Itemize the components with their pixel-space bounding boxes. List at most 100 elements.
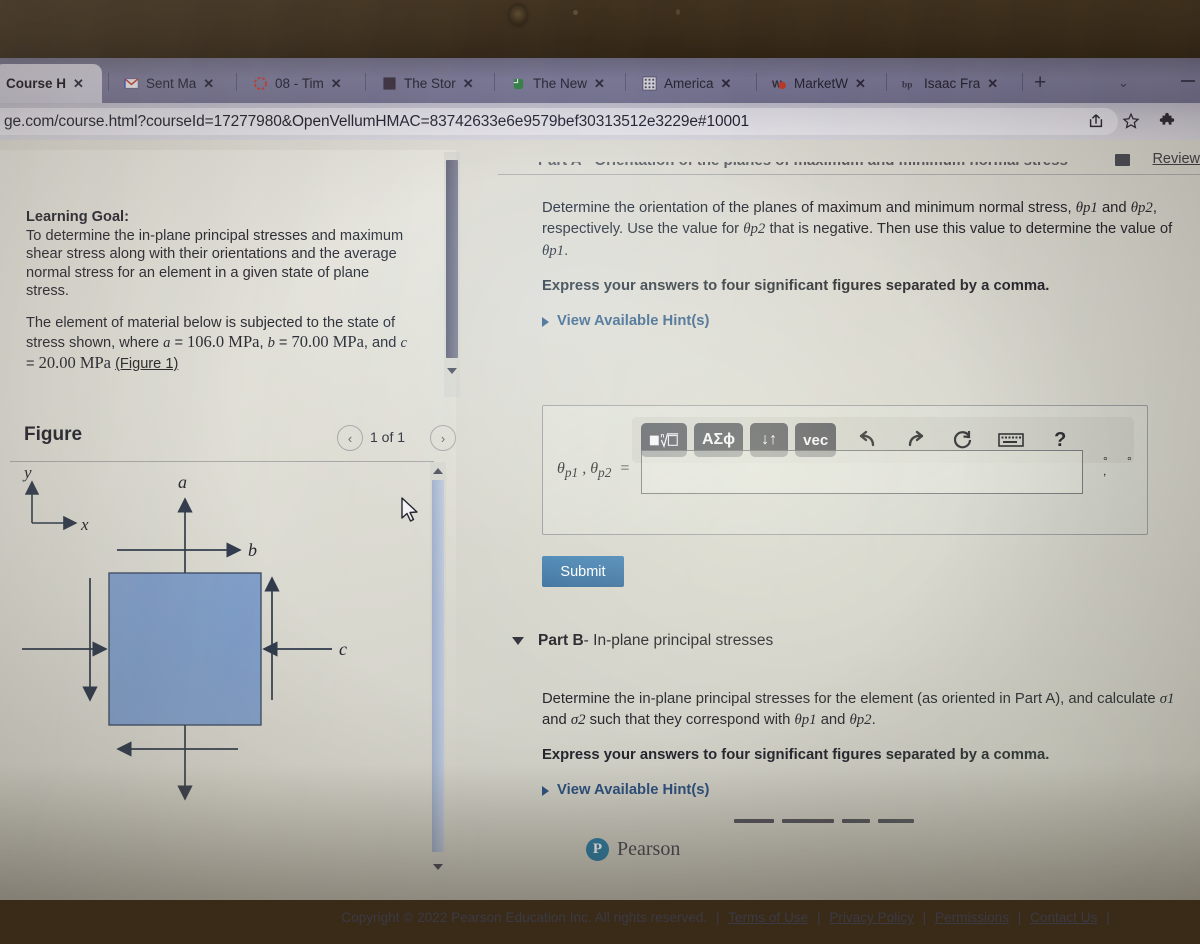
symbol-a: a: [163, 335, 171, 352]
browser-tab-label: The New: [533, 76, 588, 91]
close-icon[interactable]: ✕: [721, 77, 732, 90]
part-b-header[interactable]: Part B- In-plane principal stresses: [512, 632, 1172, 650]
browser-tab-the-storm[interactable]: The Stor ✕: [370, 64, 490, 103]
terms-of-use-link[interactable]: Terms of Use: [728, 910, 808, 925]
hints-label: View Available Hint(s): [557, 313, 710, 330]
browser-tab-marketwatch[interactable]: W MarketW ✕: [760, 64, 882, 103]
value-b: 70.00 MPa: [291, 332, 364, 352]
svg-text:bp: bp: [902, 80, 912, 90]
theta-p2-symbol: θp2: [743, 221, 766, 238]
browser-tab-the-new[interactable]: The New ✕: [499, 64, 621, 103]
permissions-link[interactable]: Permissions: [935, 910, 1009, 925]
browser-tab-america[interactable]: America ✕: [630, 64, 752, 103]
review-icon: [1115, 154, 1130, 166]
browser-tab-08-tim[interactable]: 08 - Tim ✕: [241, 64, 361, 103]
browser-tab-isaac-fra[interactable]: bp Isaac Fra ✕: [890, 64, 1016, 103]
stress-label-b: b: [248, 540, 257, 560]
figure-header: Figure ‹ 1 of 1 ›: [10, 420, 456, 462]
close-icon[interactable]: ✕: [987, 77, 998, 90]
answer-units: ° , °: [1099, 454, 1151, 488]
gmail-icon: [124, 78, 139, 89]
theta-p1-symbol: θp1: [1075, 200, 1098, 216]
extensions-puzzle-icon[interactable]: [1158, 112, 1176, 130]
browser-tab-label: Sent Ma: [146, 76, 197, 91]
tab-divider: [1022, 73, 1023, 91]
svg-text:n: n: [660, 432, 664, 439]
chevron-down-icon[interactable]: ⌄: [1118, 75, 1129, 91]
scrollbar-thumb[interactable]: [446, 160, 458, 358]
intro-pane-scrollbar[interactable]: [444, 152, 460, 397]
stress-label-c: c: [339, 639, 347, 659]
part-b-hints-toggle[interactable]: View Available Hint(s): [542, 780, 1200, 801]
figure-prev-button[interactable]: ‹: [337, 425, 363, 451]
close-icon[interactable]: ✕: [463, 77, 474, 90]
close-icon[interactable]: ✕: [203, 77, 214, 90]
stress-element-square: [108, 572, 262, 726]
browser-toolbar: ge.com/course.html?courseId=17277980&Ope…: [0, 103, 1200, 140]
part-a-prompt: Determine the orientation of the planes …: [542, 200, 1173, 259]
scroll-down-icon[interactable]: [433, 864, 443, 870]
bezel-speck: [676, 9, 680, 15]
browser-tab-sent-mail[interactable]: Sent Ma ✕: [112, 64, 232, 103]
new-tab-button[interactable]: +: [1034, 72, 1046, 93]
figure-pane-scrollbar[interactable]: [430, 462, 446, 888]
address-bar[interactable]: ge.com/course.html?courseId=17277980&Ope…: [0, 108, 1118, 135]
loading-spinner-icon: [253, 76, 268, 91]
part-b-and: and: [820, 712, 846, 728]
footer-dash: [782, 819, 834, 823]
contact-us-link[interactable]: Contact Us: [1030, 910, 1097, 925]
close-icon[interactable]: ✕: [73, 77, 84, 90]
pearson-mark-icon: P: [586, 838, 609, 861]
part-b-prompt: Determine the in-plane principal stresse…: [542, 691, 1175, 728]
part-b-title: Part B- In-plane principal stresses: [538, 632, 773, 650]
answer-field-label: θp1 , θp2 =: [557, 460, 631, 481]
learning-goal-body: To determine the in-plane principal stre…: [26, 227, 404, 300]
scroll-down-icon[interactable]: [447, 368, 457, 374]
close-icon[interactable]: ✕: [331, 77, 342, 90]
browser-tab-course[interactable]: Course H ✕: [0, 64, 102, 103]
close-icon[interactable]: ✕: [594, 77, 605, 90]
answer-widget: n ΑΣϕ ↓↑ vec ? θp1 , θp2 = ° , °: [542, 405, 1148, 535]
evernote-icon: [513, 78, 524, 90]
browser-tab-label: The Stor: [404, 76, 456, 91]
address-bar-url: ge.com/course.html?courseId=17277980&Ope…: [4, 112, 750, 130]
part-a-hints-toggle[interactable]: View Available Hint(s): [542, 311, 1200, 332]
tab-divider: [236, 73, 237, 91]
tab-divider: [625, 73, 626, 91]
close-icon[interactable]: ✕: [855, 77, 866, 90]
triangle-right-icon: [542, 316, 549, 327]
share-icon[interactable]: [1087, 112, 1105, 130]
submit-button[interactable]: Submit: [542, 556, 624, 587]
part-b-line-1: Determine the in-plane principal stresse…: [542, 691, 1156, 707]
browser-tab-label: Course H: [6, 76, 67, 91]
separator: |: [716, 910, 720, 925]
unit-comma: ,: [1103, 464, 1107, 478]
footer-dash: [878, 819, 914, 823]
dark-square-icon: [383, 77, 396, 90]
copyright-text: Copyright © 2022 Pearson Education Inc. …: [341, 910, 708, 925]
triangle-down-icon[interactable]: [512, 637, 524, 645]
review-link[interactable]: Review: [1152, 151, 1200, 167]
scroll-up-icon[interactable]: [433, 468, 443, 474]
learning-goal-heading: Learning Goal:: [26, 209, 129, 225]
figure-title: Figure: [24, 424, 83, 445]
review-bar: Review: [1000, 149, 1200, 175]
answer-input[interactable]: [641, 450, 1083, 494]
triangle-right-icon: [542, 785, 549, 796]
separator: |: [922, 910, 927, 925]
pearson-wordmark: Pearson: [617, 838, 681, 860]
axis-indicator: [24, 480, 78, 531]
webcam-lens: [509, 4, 527, 26]
tab-divider: [494, 73, 495, 91]
figure-divider: [10, 461, 434, 462]
browser-tab-label: America: [664, 76, 714, 91]
window-minimize-button[interactable]: [1181, 80, 1195, 82]
privacy-policy-link[interactable]: Privacy Policy: [829, 910, 914, 925]
sigma-2-symbol: σ2: [570, 712, 586, 728]
scrollbar-thumb[interactable]: [432, 480, 444, 852]
figure-next-button[interactable]: ›: [430, 425, 456, 451]
bookmark-star-icon[interactable]: [1122, 112, 1140, 130]
browser-tab-label: 08 - Tim: [275, 76, 324, 91]
problem-statement: The element of material below is subject…: [26, 314, 407, 373]
figure-1-link[interactable]: (Figure 1): [115, 356, 178, 372]
